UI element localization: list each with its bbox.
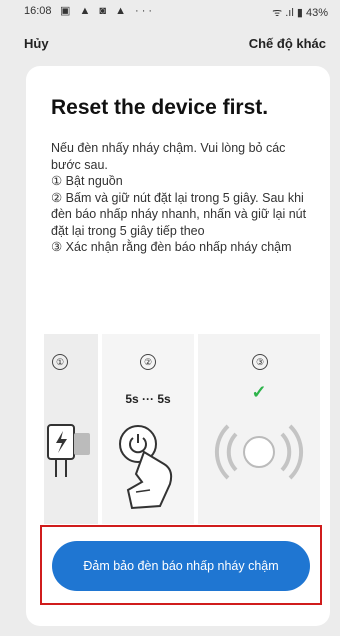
- step-2-panel: ② 5s ··· 5s: [102, 334, 194, 524]
- power-button-press-icon: [119, 425, 173, 510]
- instruction-step-3: ③ Xác nhận rằng đèn báo nhấp nháy chậm: [51, 240, 292, 254]
- status-time: 16:08: [24, 5, 52, 17]
- top-bar: Hủy Chế độ khác: [0, 30, 340, 56]
- blinking-light-icon: [214, 424, 304, 480]
- steps-illustration: ① ② 5s ··· 5s ③ ✓: [44, 334, 320, 524]
- instruction-step-1: ① Bật nguồn: [51, 174, 123, 188]
- power-plug-icon: [47, 424, 90, 477]
- other-mode-button[interactable]: Chế độ khác: [249, 36, 326, 51]
- instruction-intro: Nếu đèn nhấy nháy chậm. Vui lòng bỏ các …: [51, 141, 286, 172]
- confirm-slow-blink-button[interactable]: Đảm bảo đèn báo nhấp nháy chậm: [52, 541, 310, 591]
- step-2-timing: 5s ··· 5s: [125, 392, 171, 406]
- step-1-panel: ①: [44, 334, 98, 524]
- check-icon: ✓: [251, 382, 267, 402]
- step-2-number: ②: [140, 354, 156, 370]
- battery-signal-icons: ᯤ .ıl ▮ 43%: [272, 7, 328, 19]
- step-1-number: ①: [52, 354, 68, 370]
- cancel-button[interactable]: Hủy: [24, 36, 49, 51]
- step-3-number: ③: [252, 354, 268, 370]
- status-bar: 16:08 ▣ ▲ ◙ ▲ ··· ᯤ .ıl ▮ 43%: [0, 0, 340, 22]
- notification-icons: ▣ ▲ ◙ ▲ ···: [60, 5, 156, 17]
- step-3-panel: ③ ✓: [198, 334, 320, 524]
- instructions: Nếu đèn nhấy nháy chậm. Vui lòng bỏ các …: [51, 140, 316, 256]
- card-title: Reset the device first.: [51, 96, 269, 119]
- confirm-button-highlight: Đảm bảo đèn báo nhấp nháy chậm: [40, 525, 322, 605]
- instruction-step-2: ② Bấm và giữ nút đặt lại trong 5 giây. S…: [51, 190, 307, 238]
